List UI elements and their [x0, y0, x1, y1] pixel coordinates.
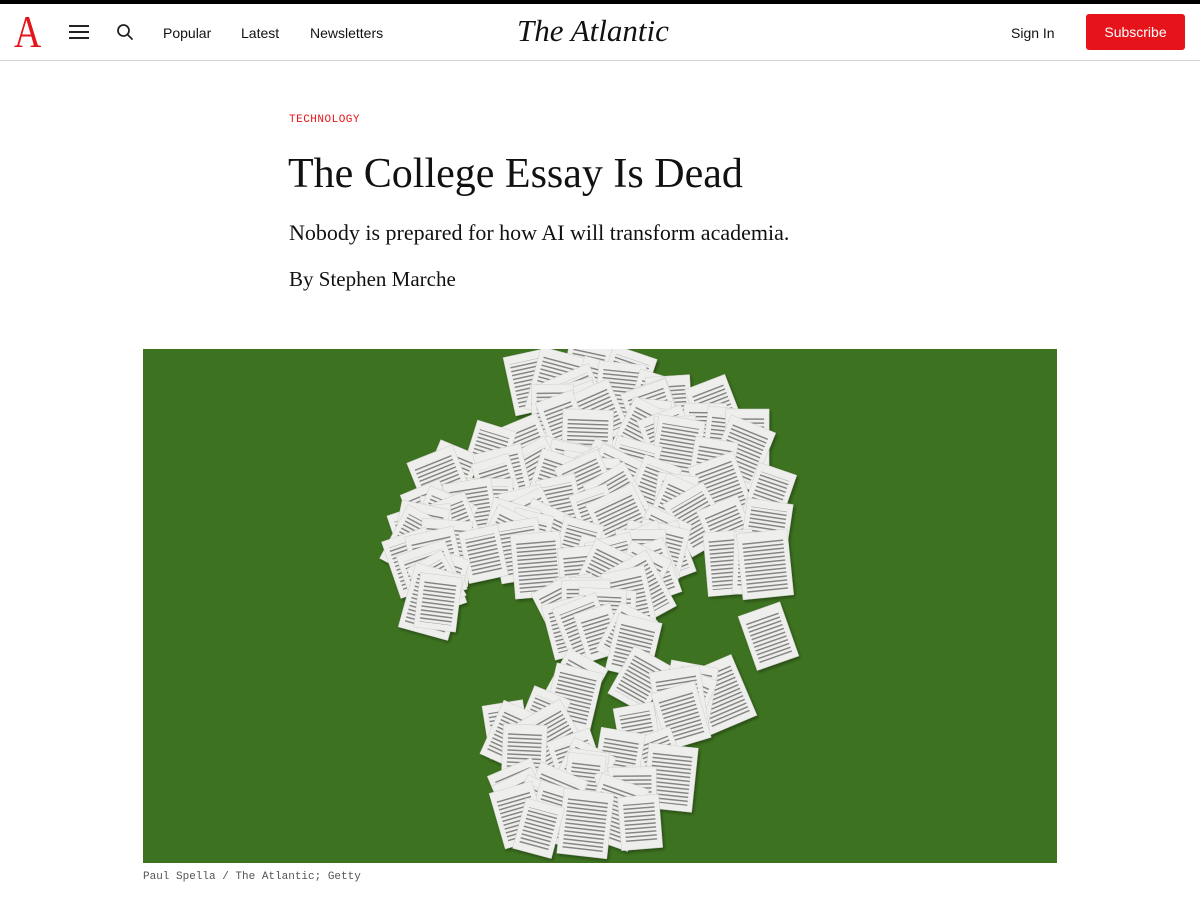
lead-image	[143, 349, 1057, 863]
menu-icon[interactable]	[69, 24, 89, 40]
site-wordmark[interactable]: The Atlantic	[517, 13, 669, 49]
section-label[interactable]: TECHNOLOGY	[289, 114, 360, 126]
author-link[interactable]: Stephen Marche	[319, 267, 456, 291]
nav-latest[interactable]: Latest	[241, 25, 279, 41]
nav-newsletters[interactable]: Newsletters	[310, 25, 383, 41]
site-header: A Popular Latest Newsletters The Atlanti…	[0, 4, 1200, 61]
paper-sheet	[617, 793, 664, 851]
paper-sheet	[736, 528, 794, 601]
subscribe-button[interactable]: Subscribe	[1086, 14, 1185, 50]
atlantic-logo-icon[interactable]: A	[14, 9, 41, 55]
sign-in-link[interactable]: Sign In	[1011, 25, 1055, 41]
paper-sheet	[737, 601, 800, 671]
nav-popular[interactable]: Popular	[163, 25, 211, 41]
article-dek: Nobody is prepared for how AI will trans…	[289, 220, 790, 245]
paper-skull-illustration	[379, 349, 800, 860]
paper-sheet	[413, 572, 463, 633]
byline-prefix: By	[289, 267, 314, 291]
image-caption: Paul Spella / The Atlantic; Getty	[143, 871, 361, 883]
article-byline: By Stephen Marche	[289, 266, 456, 292]
article-headline: The College Essay Is Dead	[288, 151, 743, 197]
search-icon[interactable]	[116, 23, 134, 41]
paper-sheet	[556, 787, 615, 860]
